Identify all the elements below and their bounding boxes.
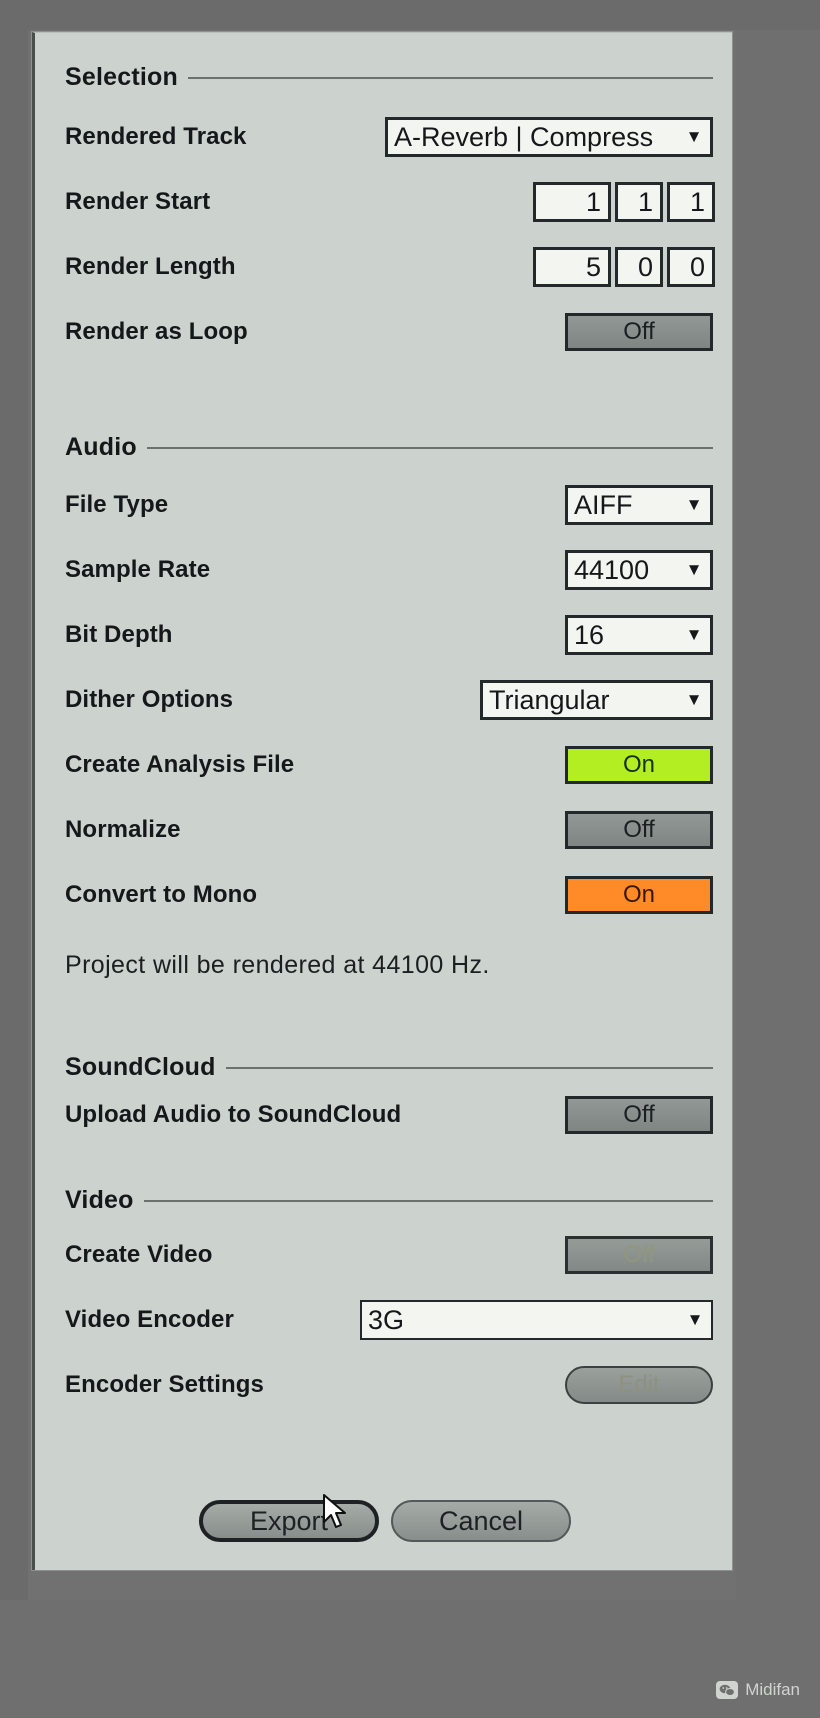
render-length-bars[interactable]: 5 — [533, 247, 611, 287]
file-type-value: AIFF — [574, 490, 633, 520]
label-encoder-settings: Encoder Settings — [65, 1371, 264, 1398]
section-divider-selection — [187, 76, 713, 79]
watermark-text: Midifan — [745, 1680, 800, 1699]
sample-rate-dropdown[interactable]: 44100 ▼ — [565, 550, 713, 590]
row-sample-rate: Sample Rate 44100 ▼ — [65, 548, 713, 592]
mouse-cursor-icon — [323, 1494, 346, 1528]
section-header-video: Video — [65, 1186, 713, 1215]
label-file-type: File Type — [65, 491, 169, 518]
label-bit-depth: Bit Depth — [65, 621, 173, 648]
dither-options-dropdown[interactable]: Triangular ▼ — [480, 680, 713, 720]
row-upload-audio-to-soundcloud: Upload Audio to SoundCloud Off — [65, 1093, 713, 1137]
label-upload-audio-to-soundcloud: Upload Audio to SoundCloud — [65, 1101, 402, 1128]
label-sample-rate: Sample Rate — [65, 556, 211, 583]
video-encoder-dropdown[interactable]: 3G ▼ — [360, 1300, 713, 1340]
row-rendered-track: Rendered Track A-Reverb | Compress ▼ — [65, 115, 713, 159]
render-sample-rate-note: Project will be rendered at 44100 Hz. — [65, 951, 490, 979]
render-length-beats[interactable]: 0 — [615, 247, 663, 287]
bit-depth-dropdown[interactable]: 16 ▼ — [565, 615, 713, 655]
row-render-length: Render Length 5 0 0 — [65, 245, 715, 289]
section-divider-video — [143, 1199, 713, 1202]
render-start-beats[interactable]: 1 — [615, 182, 663, 222]
create-analysis-file-toggle[interactable]: On — [565, 746, 713, 784]
rendered-track-dropdown[interactable]: A-Reverb | Compress ▼ — [385, 117, 713, 157]
normalize-toggle[interactable]: Off — [565, 811, 713, 849]
bit-depth-value: 16 — [574, 620, 605, 650]
section-title-video: Video — [65, 1186, 134, 1214]
chevron-down-icon: ▼ — [686, 1310, 704, 1329]
row-convert-to-mono: Convert to Mono On — [65, 873, 713, 917]
label-rendered-track: Rendered Track — [65, 123, 247, 150]
render-start-stepper: 1 1 1 — [533, 182, 715, 222]
render-length-sixteenths[interactable]: 0 — [667, 247, 715, 287]
dialog-button-bar: Export Cancel — [35, 1500, 735, 1542]
section-header-soundcloud: SoundCloud — [65, 1053, 713, 1082]
label-create-analysis-file: Create Analysis File — [65, 751, 295, 778]
convert-to-mono-toggle[interactable]: On — [565, 876, 713, 914]
label-video-encoder: Video Encoder — [65, 1306, 234, 1333]
window-chrome-left — [0, 0, 28, 1718]
row-create-video: Create Video Off — [65, 1233, 713, 1277]
file-type-dropdown[interactable]: AIFF ▼ — [565, 485, 713, 525]
label-render-start: Render Start — [65, 188, 211, 215]
chevron-down-icon: ▼ — [685, 625, 703, 644]
row-video-encoder: Video Encoder 3G ▼ — [65, 1298, 713, 1342]
row-file-type: File Type AIFF ▼ — [65, 483, 713, 527]
label-dither-options: Dither Options — [65, 686, 234, 713]
chevron-down-icon: ▼ — [685, 127, 703, 146]
upload-audio-to-soundcloud-toggle[interactable]: Off — [565, 1096, 713, 1134]
label-render-as-loop: Render as Loop — [65, 318, 248, 345]
window-chrome-right — [736, 0, 820, 1718]
label-convert-to-mono: Convert to Mono — [65, 881, 258, 908]
section-title-soundcloud: SoundCloud — [65, 1053, 216, 1081]
row-encoder-settings: Encoder Settings Edit — [65, 1363, 713, 1407]
render-as-loop-toggle[interactable]: Off — [565, 313, 713, 351]
screenshot-root: Selection Rendered Track A-Reverb | Comp… — [0, 0, 820, 1718]
label-normalize: Normalize — [65, 816, 181, 843]
video-encoder-value: 3G — [368, 1305, 405, 1335]
render-start-sixteenths[interactable]: 1 — [667, 182, 715, 222]
row-create-analysis-file: Create Analysis File On — [65, 743, 713, 787]
section-header-audio: Audio — [65, 433, 713, 462]
section-divider-soundcloud — [225, 1066, 713, 1069]
row-bit-depth: Bit Depth 16 ▼ — [65, 613, 713, 657]
section-header-selection: Selection — [65, 63, 713, 92]
render-start-bars[interactable]: 1 — [533, 182, 611, 222]
row-dither-options: Dither Options Triangular ▼ — [65, 678, 713, 722]
wechat-icon — [716, 1681, 739, 1699]
label-create-video: Create Video — [65, 1241, 213, 1268]
create-video-toggle[interactable]: Off — [565, 1236, 713, 1274]
row-render-start: Render Start 1 1 1 — [65, 180, 715, 224]
row-normalize: Normalize Off — [65, 808, 713, 852]
cancel-button[interactable]: Cancel — [391, 1500, 571, 1542]
label-render-length: Render Length — [65, 253, 236, 280]
section-divider-audio — [146, 446, 713, 449]
row-render-as-loop: Render as Loop Off — [65, 310, 713, 354]
export-button[interactable]: Export — [199, 1500, 379, 1542]
dither-options-value: Triangular — [489, 685, 610, 715]
rendered-track-value: A-Reverb | Compress — [394, 122, 654, 152]
section-title-audio: Audio — [65, 433, 137, 461]
render-length-stepper: 5 0 0 — [533, 247, 715, 287]
encoder-settings-edit-button[interactable]: Edit — [565, 1366, 713, 1404]
sample-rate-value: 44100 — [574, 555, 650, 585]
chevron-down-icon: ▼ — [685, 495, 703, 514]
watermark: Midifan — [716, 1680, 800, 1700]
window-chrome-bottom — [0, 1600, 820, 1718]
section-title-selection: Selection — [65, 63, 178, 91]
chevron-down-icon: ▼ — [685, 690, 703, 709]
chevron-down-icon: ▼ — [685, 560, 703, 579]
window-chrome-top — [0, 0, 820, 30]
export-audio-video-dialog: Selection Rendered Track A-Reverb | Comp… — [32, 32, 732, 1570]
